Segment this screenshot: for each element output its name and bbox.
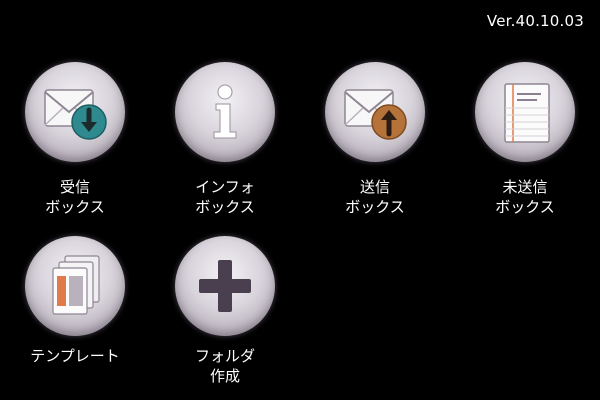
create-folder-label: フォルダ 作成: [150, 346, 300, 386]
info-box-label-line2: ボックス: [195, 198, 255, 216]
template-stack-icon: [52, 255, 100, 315]
inbox-envelope-down-arrow-icon: [44, 89, 107, 140]
inbox-label-line1: 受信: [59, 178, 90, 196]
template-label-line1: テンプレート: [30, 347, 120, 365]
outbox-envelope-up-arrow-icon: [344, 89, 407, 140]
plus-icon: [199, 260, 251, 312]
unsent-box-label: 未送信 ボックス: [450, 177, 600, 217]
info-box-icon-button[interactable]: [175, 62, 275, 162]
outbox-icon-button[interactable]: [325, 62, 425, 162]
info-icon: [213, 84, 237, 139]
outbox-label-line1: 送信: [359, 178, 390, 196]
outbox-label-line2: ボックス: [345, 198, 405, 216]
inbox-label-line2: ボックス: [45, 198, 105, 216]
create-folder-label-line2: 作成: [209, 367, 240, 385]
inbox-icon-button[interactable]: [25, 62, 125, 162]
version-label: Ver.40.10.03: [486, 12, 584, 30]
info-box-label-line1: インフォ: [195, 178, 255, 196]
template-label: テンプレート: [0, 346, 150, 366]
notepad-icon: [504, 83, 550, 143]
unsent-box-icon-button[interactable]: [475, 62, 575, 162]
create-folder-label-line1: フォルダ: [194, 347, 255, 365]
template-icon-button[interactable]: [25, 236, 125, 336]
inbox-label: 受信 ボックス: [0, 177, 150, 217]
create-folder-icon-button[interactable]: [175, 236, 275, 336]
unsent-box-label-line1: 未送信: [502, 178, 548, 196]
unsent-box-label-line2: ボックス: [495, 198, 555, 216]
info-box-label: インフォ ボックス: [150, 177, 300, 217]
outbox-label: 送信 ボックス: [300, 177, 450, 217]
